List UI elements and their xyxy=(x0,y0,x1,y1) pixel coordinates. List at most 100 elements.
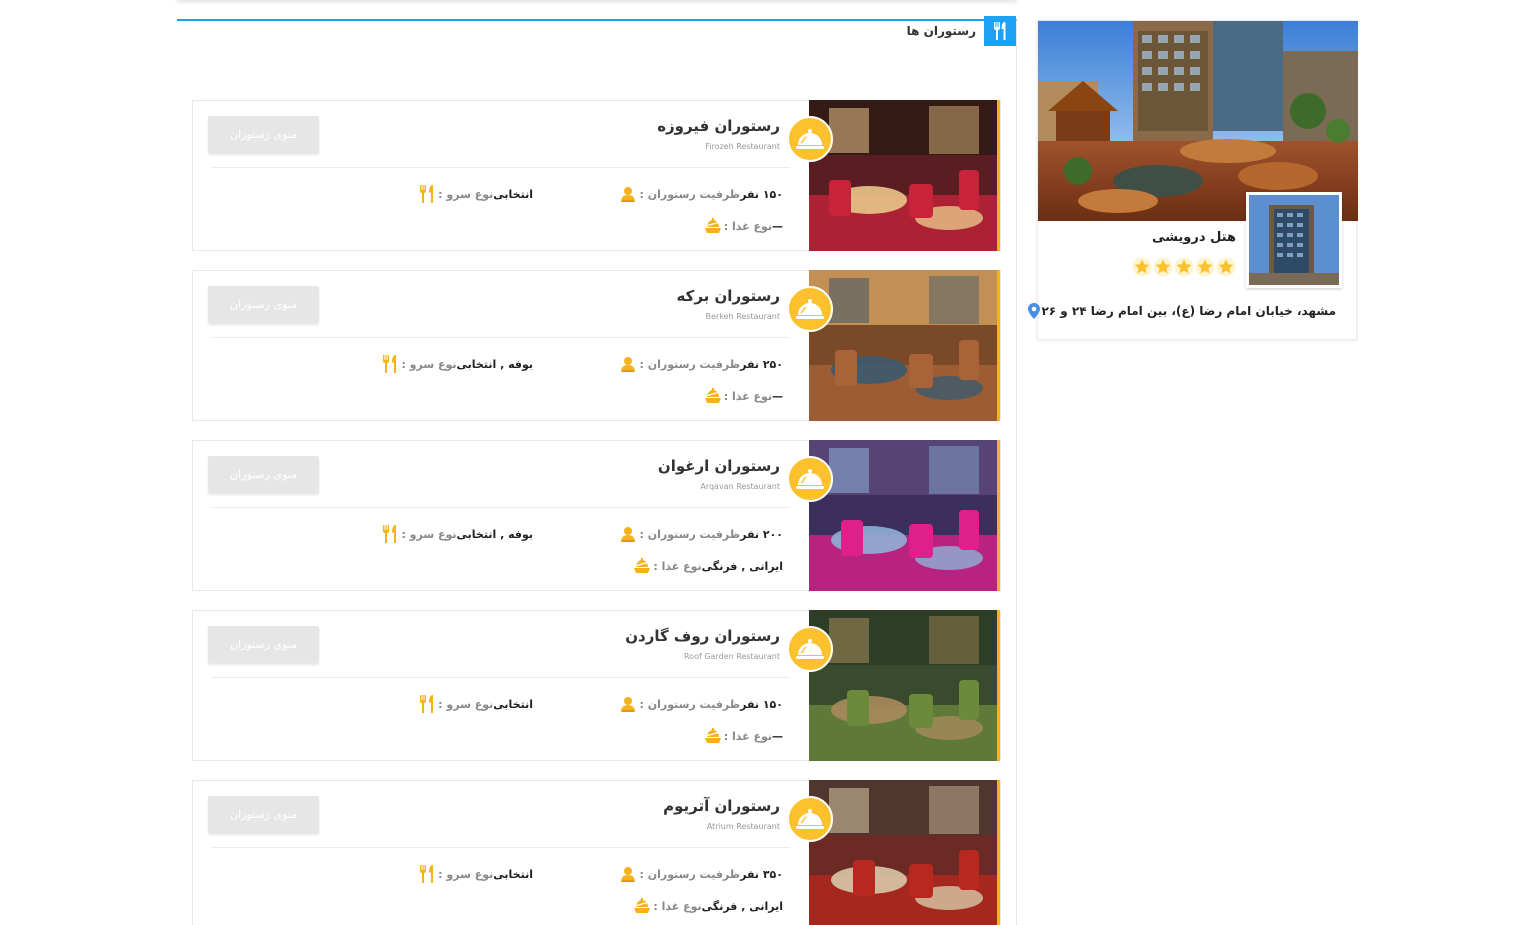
card-divider xyxy=(211,167,790,168)
food-type-value: — xyxy=(772,219,783,233)
food-type-label: نوع غذا : xyxy=(723,389,772,403)
cloche-icon xyxy=(787,456,833,502)
user-icon xyxy=(617,353,639,375)
serve-type-value: انتخابی xyxy=(493,867,533,881)
capacity-info: ظرفیت رستوران : ۱۵۰ نفر xyxy=(611,693,788,715)
serve-type-label: نوع سرو : xyxy=(401,527,457,541)
serve-type-label: نوع سرو : xyxy=(438,867,494,881)
card-divider xyxy=(211,337,790,338)
dish-icon xyxy=(631,895,653,917)
restaurant-photo[interactable] xyxy=(809,780,1000,925)
restaurant-subtitle: Berkeh Restaurant xyxy=(705,312,780,321)
restaurant-card: رستوران برکه Berkeh Restaurant منوی رستو… xyxy=(192,270,1001,421)
food-type-value: — xyxy=(772,389,783,403)
hotel-card[interactable]: هتل درویشی مشهد، خیابان امام رضا (ع)، بی… xyxy=(1028,20,1358,340)
food-type-label: نوع غذا : xyxy=(653,559,702,573)
capacity-info: ظرفیت رستوران : ۲۵۰ نفر xyxy=(611,353,788,375)
location-pin-icon xyxy=(1028,303,1041,319)
section-header: رستوران ها xyxy=(907,16,1016,46)
card-divider xyxy=(211,847,790,848)
restaurant-card: رستوران آتریوم Atrium Restaurant منوی رس… xyxy=(192,780,1001,925)
capacity-value: ۲۰۰ نفر xyxy=(740,527,783,541)
capacity-value: ۱۵۰ نفر xyxy=(740,697,783,711)
restaurant-menu-button[interactable]: منوی رستوران xyxy=(208,286,319,323)
fork-knife-icon xyxy=(379,353,401,375)
restaurant-subtitle: Firozeh Restaurant xyxy=(705,142,780,151)
serve-type-value: انتخابی xyxy=(493,187,533,201)
food-type-value: ایرانی , فرنگی xyxy=(701,559,783,573)
cloche-icon xyxy=(787,626,833,672)
restaurant-photo[interactable] xyxy=(809,100,1000,251)
user-icon xyxy=(617,693,639,715)
restaurant-card: رستوران روف گاردن Roof Garden Restaurant… xyxy=(192,610,1001,761)
fork-knife-icon xyxy=(984,16,1016,46)
user-icon xyxy=(617,863,639,885)
restaurant-menu-button[interactable]: منوی رستوران xyxy=(208,456,319,493)
star-icon xyxy=(1132,257,1152,277)
restaurant-menu-button[interactable]: منوی رستوران xyxy=(208,626,319,663)
serve-type-info: نوع سرو : بوفه , انتخابی xyxy=(373,523,538,545)
capacity-label: ظرفیت رستوران : xyxy=(639,697,741,711)
hotel-address: مشهد، خیابان امام رضا (ع)، بین امام رضا … xyxy=(1021,303,1336,319)
capacity-value: ۱۵۰ نفر xyxy=(740,187,783,201)
capacity-value: ۲۵۰ نفر xyxy=(740,357,783,371)
restaurant-subtitle: Roof Garden Restaurant xyxy=(683,652,780,661)
serve-type-value: بوفه , انتخابی xyxy=(456,527,533,541)
fork-knife-icon xyxy=(379,523,401,545)
restaurant-photo[interactable] xyxy=(809,270,1000,421)
serve-type-info: نوع سرو : انتخابی xyxy=(410,693,538,715)
food-type-info: نوع غذا : — xyxy=(696,215,788,237)
star-icon xyxy=(1153,257,1173,277)
restaurant-menu-button[interactable]: منوی رستوران xyxy=(208,796,319,833)
capacity-label: ظرفیت رستوران : xyxy=(639,867,741,881)
star-icon xyxy=(1174,257,1194,277)
restaurant-card: رستوران ارغوان Arqavan Restaurant منوی ر… xyxy=(192,440,1001,591)
food-type-label: نوع غذا : xyxy=(723,219,772,233)
card-divider xyxy=(211,677,790,678)
restaurant-photo[interactable] xyxy=(809,610,1000,761)
fork-knife-icon xyxy=(416,693,438,715)
hotel-name[interactable]: هتل درویشی xyxy=(1152,230,1236,245)
food-type-info: نوع غذا : — xyxy=(696,385,788,407)
star-icon xyxy=(1195,257,1215,277)
serve-type-value: انتخابی xyxy=(493,697,533,711)
restaurant-card: رستوران فیروزه Firozeh Restaurant منوی ر… xyxy=(192,100,1001,251)
food-type-value: ایرانی , فرنگی xyxy=(701,899,783,913)
hotel-thumbnail[interactable] xyxy=(1246,192,1342,288)
food-type-value: — xyxy=(772,729,783,743)
food-type-info: نوع غذا : — xyxy=(696,725,788,747)
restaurant-photo[interactable] xyxy=(809,440,1000,591)
card-divider xyxy=(211,507,790,508)
dish-icon xyxy=(702,215,724,237)
capacity-info: ظرفیت رستوران : ۱۵۰ نفر xyxy=(611,183,788,205)
serve-type-label: نوع سرو : xyxy=(438,697,494,711)
restaurant-name[interactable]: رستوران آتریوم xyxy=(663,797,780,815)
serve-type-label: نوع سرو : xyxy=(438,187,494,201)
capacity-value: ۳۵۰ نفر xyxy=(740,867,783,881)
hotel-main-photo[interactable] xyxy=(1038,21,1358,221)
capacity-info: ظرفیت رستوران : ۳۵۰ نفر xyxy=(611,863,788,885)
restaurant-name[interactable]: رستوران برکه xyxy=(677,287,781,305)
capacity-info: ظرفیت رستوران : ۲۰۰ نفر xyxy=(611,523,788,545)
food-type-info: نوع غذا : ایرانی , فرنگی xyxy=(625,555,788,577)
restaurant-name[interactable]: رستوران فیروزه xyxy=(657,117,780,135)
restaurant-menu-button[interactable]: منوی رستوران xyxy=(208,116,319,153)
restaurant-name[interactable]: رستوران ارغوان xyxy=(658,457,780,475)
dish-icon xyxy=(631,555,653,577)
address-text: مشهد، خیابان امام رضا (ع)، بین امام رضا … xyxy=(1041,304,1336,318)
restaurant-subtitle: Arqavan Restaurant xyxy=(700,482,780,491)
fork-knife-icon xyxy=(416,183,438,205)
restaurants-panel: رستوران ها رستوران فیروزه Firozeh Restau… xyxy=(177,0,1017,925)
serve-type-info: نوع سرو : انتخابی xyxy=(410,863,538,885)
serve-type-info: نوع سرو : بوفه , انتخابی xyxy=(373,353,538,375)
restaurant-name[interactable]: رستوران روف گاردن xyxy=(625,627,780,645)
hotel-stars xyxy=(1132,257,1236,277)
page: رستوران ها رستوران فیروزه Firozeh Restau… xyxy=(0,0,1533,925)
user-icon xyxy=(617,523,639,545)
capacity-label: ظرفیت رستوران : xyxy=(639,527,741,541)
food-type-label: نوع غذا : xyxy=(653,899,702,913)
user-icon xyxy=(617,183,639,205)
capacity-label: ظرفیت رستوران : xyxy=(639,187,741,201)
cloche-icon xyxy=(787,286,833,332)
star-icon xyxy=(1216,257,1236,277)
